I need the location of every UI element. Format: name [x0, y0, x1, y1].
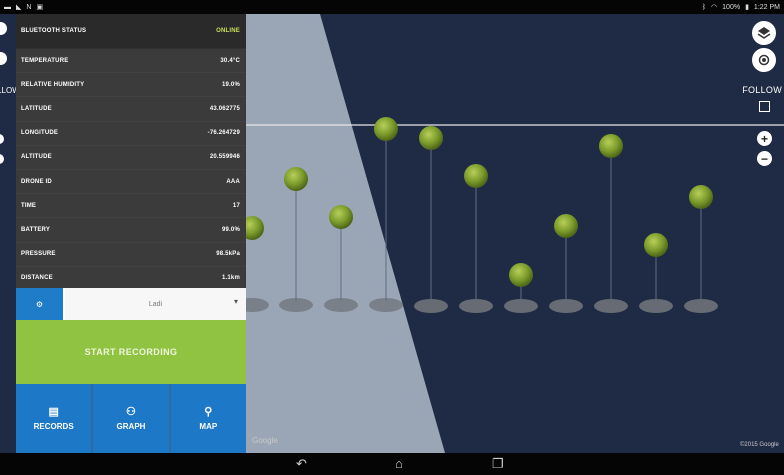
records-icon: ▤	[48, 405, 59, 418]
reading-label: PRESSURE	[21, 251, 56, 258]
zoom-out-partial[interactable]	[0, 154, 4, 164]
reading-value: 20.559946	[209, 154, 240, 161]
zoom-out-button[interactable]: −	[757, 151, 772, 166]
tab-graph[interactable]: ⚇ GRAPH	[93, 384, 169, 453]
graph-icon: ⚇	[126, 405, 136, 418]
map-pin-icon: ⚲	[204, 405, 213, 418]
nav-bar: ↶ ⌂ ❐	[0, 453, 784, 475]
reading-row-temperature: TEMPERATURE 30.4°C	[16, 49, 246, 74]
layers-icon	[757, 27, 771, 39]
bluetooth-status-label: BLUETOOTH STATUS	[21, 28, 87, 34]
reading-row-time: TIME 17	[16, 194, 246, 219]
data-marker[interactable]	[464, 164, 488, 188]
recents-icon[interactable]: ❐	[492, 457, 504, 471]
data-marker[interactable]	[554, 214, 578, 238]
data-marker[interactable]	[374, 117, 398, 141]
reading-value: AAA	[226, 178, 240, 185]
locate-button[interactable]	[752, 48, 776, 72]
app-root: ▬ ◣ N ▣ ᛒ ◠ 100% ▮ 1:22 PM LOW BLUETOOTH…	[0, 0, 784, 475]
wifi-icon: ◠	[711, 4, 718, 11]
bluetooth-status-row: BLUETOOTH STATUS ONLINE	[16, 14, 246, 49]
start-recording-button[interactable]: START RECORDING	[16, 320, 246, 384]
home-icon[interactable]: ⌂	[395, 457, 403, 471]
reading-label: ALTITUDE	[21, 154, 52, 161]
reading-value: 30.4°C	[220, 57, 240, 64]
data-marker[interactable]	[509, 263, 533, 287]
image-icon: ▣	[36, 4, 44, 11]
data-marker[interactable]	[284, 167, 308, 191]
battery-level: 100%	[722, 3, 741, 11]
clock: 1:22 PM	[753, 3, 780, 11]
device-select-row: ⚙ Ladi ▾	[16, 288, 246, 320]
back-icon[interactable]: ↶	[296, 457, 307, 471]
device-dropdown-value: Ladi	[148, 300, 163, 308]
battery-icon: ▮	[745, 4, 749, 11]
reading-row-latitude: LATITUDE 43.062775	[16, 97, 246, 122]
data-marker[interactable]	[644, 233, 668, 257]
sensor-readings: BLUETOOTH STATUS ONLINE TEMPERATURE 30.4…	[16, 14, 246, 291]
map-credit: ©2015 Google	[740, 442, 779, 448]
bluetooth-icon: ᛒ	[701, 3, 707, 11]
reading-value: 17	[232, 202, 240, 209]
reading-value: -76.264729	[207, 130, 240, 137]
reading-row-pressure: PRESSURE 98.5kPa	[16, 243, 246, 267]
data-marker[interactable]	[689, 185, 713, 209]
notification-icon: N	[26, 3, 32, 11]
locate-button-partial[interactable]	[0, 52, 7, 65]
status-bar: ▬ ◣ N ▣ ᛒ ◠ 100% ▮ 1:22 PM	[0, 0, 784, 14]
reading-label: DISTANCE	[21, 275, 53, 282]
reading-value: 19.0%	[221, 81, 240, 88]
data-marker[interactable]	[599, 134, 623, 158]
reading-value: 99.0%	[221, 226, 240, 233]
settings-button[interactable]: ⚙	[16, 288, 63, 320]
zoom-in-button[interactable]: +	[757, 131, 772, 146]
reading-row-drone-id: DRONE ID AAA	[16, 170, 246, 195]
status-bar-left: ▬ ◣ N ▣	[4, 3, 44, 12]
reading-label: TIME	[21, 202, 37, 209]
status-bar-right: ᛒ ◠ 100% ▮ 1:22 PM	[701, 3, 780, 12]
zoom-in-partial[interactable]	[0, 134, 4, 144]
layers-button[interactable]	[752, 21, 776, 45]
device-dropdown[interactable]: Ladi ▾	[65, 288, 246, 320]
reading-value: 1.1km	[221, 275, 240, 282]
reading-label: DRONE ID	[21, 178, 52, 185]
map-logo: Google	[252, 436, 278, 445]
data-marker[interactable]	[419, 126, 443, 150]
tab-map[interactable]: ⚲ MAP	[170, 384, 246, 453]
tab-label: MAP	[199, 421, 218, 431]
reading-row-longitude: LONGITUDE -76.264729	[16, 122, 246, 146]
reading-label: LONGITUDE	[21, 130, 59, 137]
bluetooth-status-value: ONLINE	[216, 28, 240, 34]
ground-plane	[246, 14, 445, 453]
left-edge-controls: FOLLOW	[0, 14, 20, 453]
reading-value: 43.062775	[209, 105, 240, 112]
layers-button-partial[interactable]	[0, 22, 7, 35]
tab-label: GRAPH	[116, 421, 146, 431]
reading-label: TEMPERATURE	[21, 57, 69, 64]
chevron-down-icon: ▾	[233, 297, 238, 306]
reading-row-altitude: ALTITUDE 20.559946	[16, 146, 246, 170]
crosshair-icon	[758, 54, 770, 66]
follow-label: FOLLOW	[742, 85, 782, 95]
reading-row-battery: BATTERY 99.0%	[16, 218, 246, 243]
follow-checkbox[interactable]	[759, 101, 770, 112]
video-icon: ▬	[4, 3, 11, 11]
reading-label: RELATIVE HUMIDITY	[21, 81, 85, 88]
reading-label: BATTERY	[21, 226, 51, 233]
reading-value: 98.5kPa	[216, 251, 240, 258]
tab-label: RECORDS	[33, 421, 74, 431]
data-marker[interactable]	[329, 205, 353, 229]
signal-icon: ◣	[16, 4, 22, 11]
bottom-tabs: ▤ RECORDS ⚇ GRAPH ⚲ MAP	[16, 384, 246, 453]
reading-label: LATITUDE	[21, 105, 52, 112]
reading-row-humidity: RELATIVE HUMIDITY 19.0%	[16, 73, 246, 98]
sensor-panel: BLUETOOTH STATUS ONLINE TEMPERATURE 30.4…	[16, 14, 246, 453]
tab-records[interactable]: ▤ RECORDS	[16, 384, 92, 453]
